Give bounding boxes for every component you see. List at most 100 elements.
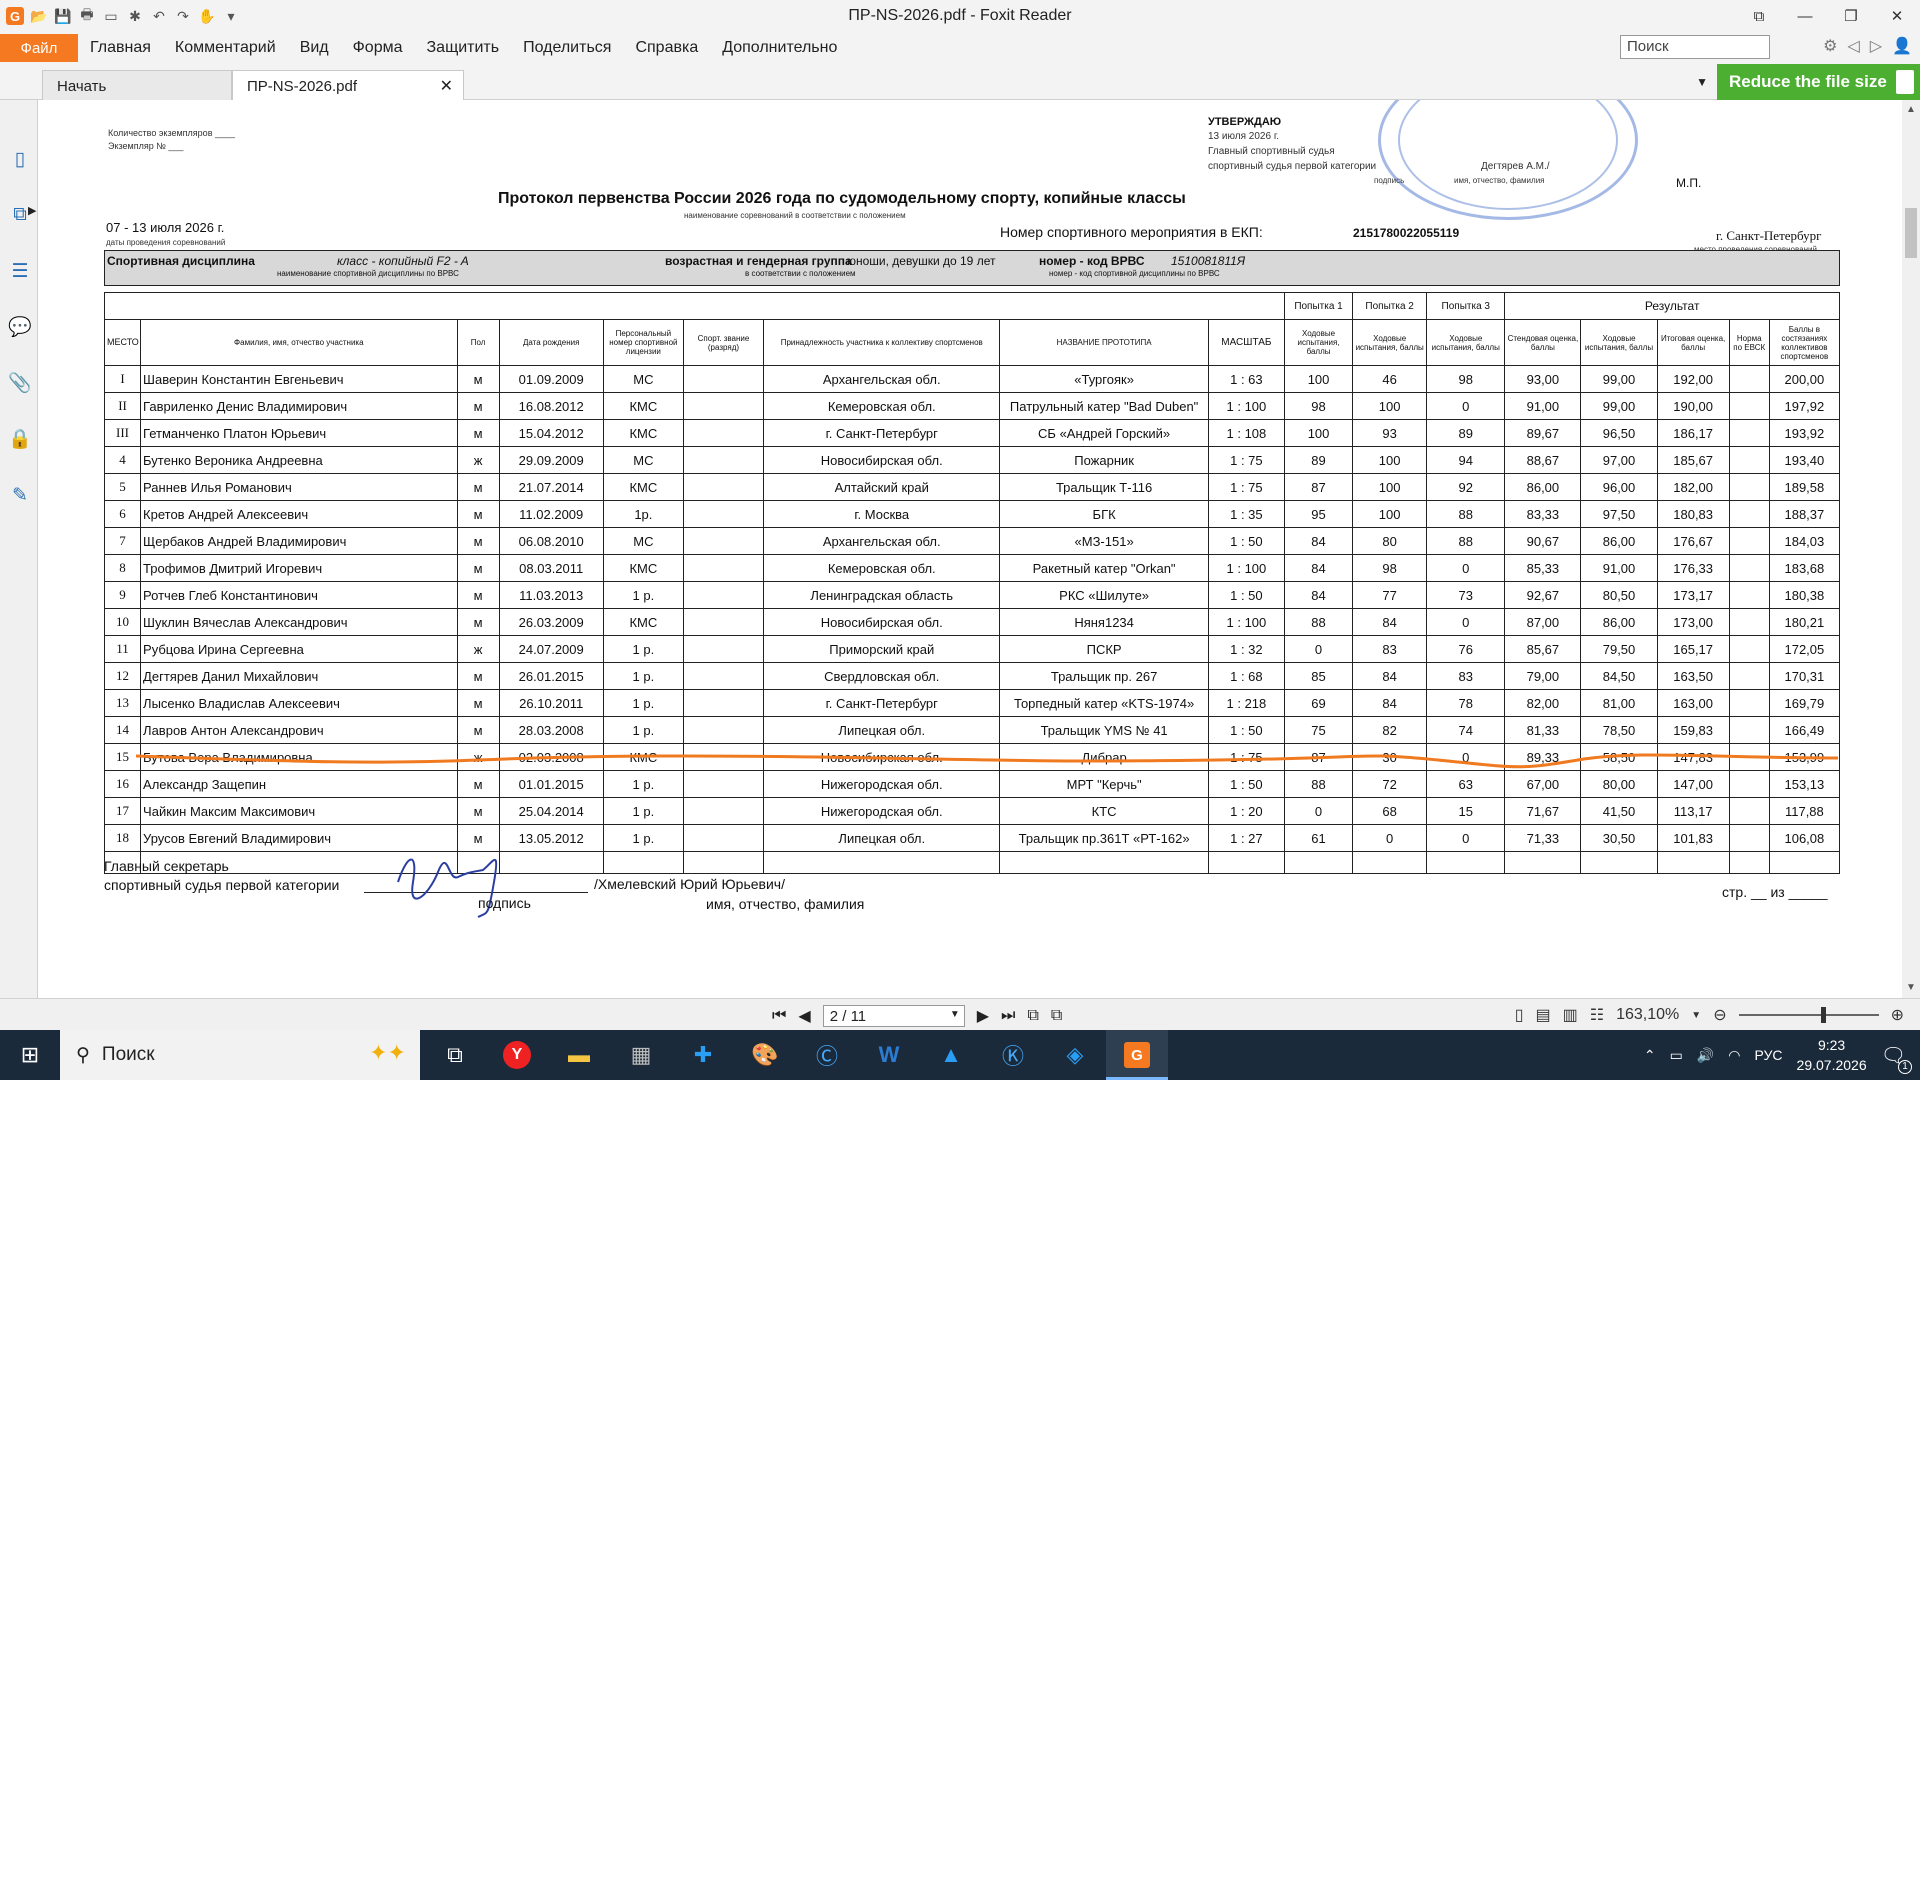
yandex-browser-icon[interactable]: Y	[486, 1030, 548, 1080]
hand-tool-icon[interactable]: ✋	[198, 7, 216, 25]
taskbar-search[interactable]: ⚲ Поиск ✦✦	[60, 1030, 420, 1080]
secretary-name-caption: имя, отчество, фамилия	[706, 896, 865, 912]
tab-label: ПР-NS-2026.pdf	[247, 78, 358, 95]
annotation-line	[135, 753, 1839, 769]
new-icon[interactable]: ✱	[126, 7, 144, 25]
tab-list-dropdown-icon[interactable]: ▼	[1696, 75, 1708, 89]
document-view[interactable]: Количество экземпляров ____ Экземпляр № …	[44, 100, 1902, 998]
sign-icon[interactable]: ✎	[9, 484, 31, 506]
scroll-up-icon[interactable]: ▲	[1906, 104, 1916, 115]
menu-form[interactable]: Форма	[341, 39, 415, 57]
menu-help[interactable]: Справка	[623, 39, 710, 57]
scroll-thumb[interactable]	[1905, 208, 1917, 258]
app-c-icon[interactable]: Ⓒ	[796, 1030, 858, 1080]
save-icon[interactable]: 💾	[54, 7, 72, 25]
stack-icon[interactable]: ☰	[9, 260, 31, 282]
copilot-sparkle-icon[interactable]: ✦✦	[369, 1040, 406, 1066]
print-icon[interactable]: 🖶	[78, 6, 96, 25]
app-k-icon[interactable]: Ⓚ	[982, 1030, 1044, 1080]
secretary-sign-caption: подпись	[478, 895, 531, 911]
undo-icon[interactable]: ↶	[150, 7, 168, 25]
reduce-file-size-button[interactable]: Reduce the file size	[1717, 64, 1920, 100]
menu-protect[interactable]: Защитить	[415, 39, 512, 57]
lock-icon[interactable]: 🔒	[8, 428, 32, 450]
previous-view-icon[interactable]: ⧉	[1027, 1007, 1038, 1025]
search-icon: ⚲	[76, 1044, 90, 1066]
show-hidden-icons-icon[interactable]: ⌃	[1644, 1047, 1656, 1064]
back-icon[interactable]: ◁	[1847, 36, 1859, 56]
attachment-icon[interactable]: 📎	[8, 372, 32, 394]
facing-icon[interactable]: ▥	[1563, 1005, 1578, 1025]
taskbar-search-label: Поиск	[101, 1044, 155, 1065]
network-icon[interactable]: ◠	[1728, 1047, 1740, 1064]
comments-icon[interactable]: 💬	[8, 316, 32, 338]
close-button[interactable]: ✕	[1874, 0, 1920, 32]
foxit-reader-taskbar-icon[interactable]: G	[1106, 1030, 1168, 1080]
system-tray: ⌃ ▭ 🔊 ◠ РУС 9:23 29.07.2026 🗨 1	[1644, 1030, 1920, 1080]
ribbon-toggle-icon[interactable]: ⧉	[1736, 0, 1782, 32]
menu-extra[interactable]: Дополнительно	[710, 39, 849, 57]
tab-start[interactable]: Начать	[42, 70, 232, 100]
open-icon[interactable]: 📂	[30, 7, 48, 25]
language-indicator[interactable]: РУС	[1754, 1047, 1782, 1063]
redo-icon[interactable]: ↷	[174, 7, 192, 25]
settings-icon[interactable]: ⚙	[1823, 36, 1837, 56]
forward-icon[interactable]: ▷	[1870, 36, 1882, 56]
zoom-value[interactable]: 163,10%	[1616, 1006, 1679, 1024]
search-input[interactable]: Поиск	[1620, 35, 1770, 59]
next-view-icon[interactable]: ⧉	[1051, 1007, 1062, 1025]
scroll-down-icon[interactable]: ▼	[1906, 982, 1916, 993]
taskbar-apps: ⧉ Y ▬ ▦ ✚ 🎨 Ⓒ W ▲ Ⓚ ◈ G	[424, 1030, 1168, 1080]
app-a-icon[interactable]: ▲	[920, 1030, 982, 1080]
menu-home[interactable]: Главная	[78, 39, 163, 57]
file-explorer-icon[interactable]: ▬	[548, 1030, 610, 1080]
chevron-down-icon[interactable]: ▼	[950, 1009, 960, 1020]
tab-label: Начать	[57, 78, 107, 95]
last-page-icon[interactable]: ⏭	[1001, 1007, 1015, 1025]
close-icon[interactable]: ✕	[440, 76, 453, 96]
zoom-in-icon[interactable]: ⊕	[1891, 1005, 1904, 1025]
account-icon[interactable]: 👤	[1892, 36, 1912, 56]
menu-view[interactable]: Вид	[288, 39, 341, 57]
first-page-icon[interactable]: ⏮	[772, 1007, 786, 1025]
zoom-slider[interactable]	[1738, 1007, 1879, 1023]
secretary-role-category: спортивный судья первой категории	[104, 877, 340, 893]
app-cross-icon[interactable]: ✚	[672, 1030, 734, 1080]
single-page-icon[interactable]: ▯	[1515, 1005, 1524, 1025]
battery-icon[interactable]: ▭	[1670, 1047, 1683, 1064]
status-bar: ⏮ ◀ 2 / 11 ▼ ▶ ⏭ ⧉ ⧉ ▯ ▤ ▥ ☷ 163,10% ▼ ⊖ …	[0, 998, 1920, 1030]
tab-document[interactable]: ПР-NS-2026.pdf ✕	[232, 70, 464, 100]
clock[interactable]: 9:23 29.07.2026	[1797, 1035, 1867, 1075]
menu-comment[interactable]: Комментарий	[163, 39, 288, 57]
vertical-scrollbar[interactable]: ▲ ▼	[1902, 100, 1920, 998]
page-number-input[interactable]: 2 / 11 ▼	[822, 1005, 965, 1027]
zoom-dropdown-icon[interactable]: ▼	[1691, 1010, 1701, 1021]
minimize-button[interactable]: —	[1782, 0, 1828, 32]
scan-icon[interactable]: ▭	[102, 7, 120, 25]
maximize-button[interactable]: ❐	[1828, 0, 1874, 32]
window-title: ПР-NS-2026.pdf - Foxit Reader	[848, 7, 1072, 24]
zoom-slider-knob[interactable]	[1820, 1007, 1826, 1023]
foxit-logo-icon: G	[6, 7, 24, 25]
title-bar: G 📂 💾 🖶 ▭ ✱ ↶ ↷ ✋ ▾ ПР-NS-2026.pdf - Fox…	[0, 0, 1920, 32]
customize-icon[interactable]: ▾	[222, 7, 240, 25]
navigation-panel: ▶ ▯ ⧉ ☰ 💬 📎 🔒 ✎	[0, 100, 38, 998]
word-icon[interactable]: W	[858, 1030, 920, 1080]
task-view-icon[interactable]: ⧉	[424, 1030, 486, 1080]
calculator-icon[interactable]: ▦	[610, 1030, 672, 1080]
volume-icon[interactable]: 🔊	[1697, 1047, 1714, 1064]
zoom-out-icon[interactable]: ⊖	[1713, 1005, 1726, 1025]
continuous-facing-icon[interactable]: ☷	[1590, 1005, 1604, 1025]
continuous-icon[interactable]: ▤	[1536, 1005, 1551, 1025]
notification-icon[interactable]: 🗨 1	[1881, 1043, 1912, 1074]
next-page-icon[interactable]: ▶	[977, 1006, 989, 1026]
file-menu-button[interactable]: Файл	[0, 34, 78, 62]
layers-icon[interactable]: ⧉	[9, 204, 31, 226]
menu-share[interactable]: Поделиться	[511, 39, 623, 57]
pages-icon[interactable]: ▯	[9, 148, 31, 170]
windows-start-icon[interactable]: ⊞	[0, 1030, 60, 1080]
app-cube-icon[interactable]: ◈	[1044, 1030, 1106, 1080]
previous-page-icon[interactable]: ◀	[798, 1006, 810, 1026]
paint-icon[interactable]: 🎨	[734, 1030, 796, 1080]
window-controls: ⧉ — ❐ ✕	[1736, 0, 1920, 32]
